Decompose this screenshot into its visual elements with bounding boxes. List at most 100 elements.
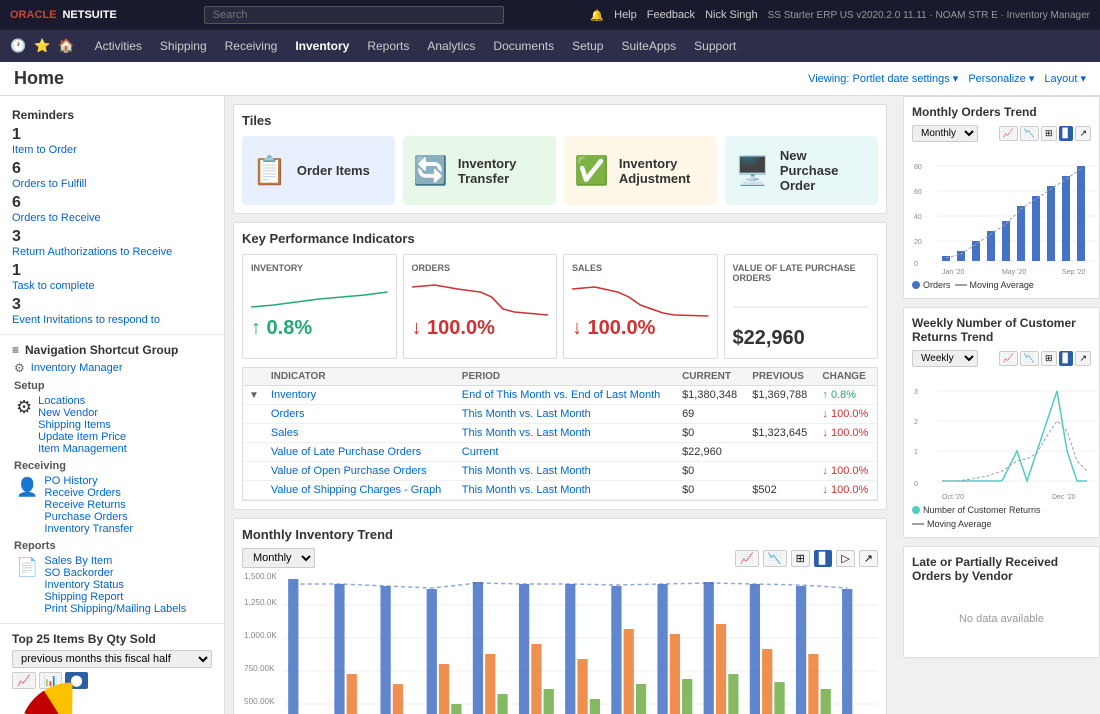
kpi-link-open-po[interactable]: Value of Open Purchase Orders	[271, 465, 427, 477]
svg-text:Sep '20: Sep '20	[1062, 269, 1086, 276]
nav-setup[interactable]: Setup	[564, 35, 611, 57]
kpi-link-shipping[interactable]: Value of Shipping Charges - Graph	[271, 484, 441, 496]
setup-header: Setup	[0, 377, 224, 393]
nav-link-inv-status[interactable]: Inventory Status	[44, 579, 186, 591]
inventory-manager-link[interactable]: Inventory Manager	[31, 362, 123, 374]
chart-area-btn[interactable]: 📉	[763, 550, 787, 567]
tile-inventory-adjustment[interactable]: ✅ Inventory Adjustment	[564, 136, 717, 205]
personalize-button[interactable]: Personalize ▾	[968, 72, 1034, 85]
kpi-period-orders[interactable]: This Month vs. Last Month	[462, 408, 591, 420]
mo-area-btn[interactable]: 📉	[1020, 126, 1039, 141]
wr-export-btn[interactable]: ↗	[1075, 351, 1091, 366]
home-recent-icon[interactable]: 🕐	[10, 38, 26, 54]
feedback-link[interactable]: Feedback	[647, 9, 695, 21]
tile-inventory-transfer[interactable]: 🔄 Inventory Transfer	[403, 136, 556, 205]
kpi-section: Key Performance Indicators INVENTORY ↑ 0…	[233, 222, 887, 510]
mo-bar-btn[interactable]: ▊	[1059, 126, 1074, 141]
reminder-link-receive[interactable]: Orders to Receive	[12, 212, 212, 224]
nav-documents[interactable]: Documents	[485, 35, 562, 57]
reminder-link-event[interactable]: Event Invitations to respond to	[12, 314, 212, 326]
search-input[interactable]	[204, 6, 504, 24]
layout-button[interactable]: Layout ▾	[1044, 72, 1086, 85]
user-name[interactable]: Nick Singh	[705, 9, 758, 21]
nav-link-receive-orders[interactable]: Receive Orders	[44, 487, 133, 499]
reminder-link-return[interactable]: Return Authorizations to Receive	[12, 246, 212, 258]
kpi-period-late-po[interactable]: Current	[462, 446, 499, 458]
kpi-col-change: CHANGE	[816, 368, 877, 386]
nav-link-inv-transfer[interactable]: Inventory Transfer	[44, 523, 133, 535]
wr-bar-btn[interactable]: ▊	[1059, 351, 1074, 366]
kpi-link-orders[interactable]: Orders	[271, 408, 305, 420]
nav-link-po-history[interactable]: PO History	[44, 475, 133, 487]
top25-line-btn[interactable]: 📈	[12, 672, 36, 689]
chart-icon-buttons: 📈 📉 ⊞ ▊ ▷ ↗	[735, 550, 878, 567]
wr-line-btn[interactable]: 📈	[999, 351, 1018, 366]
nav-link-so-backorder[interactable]: SO Backorder	[44, 567, 186, 579]
chart-export-btn[interactable]: ↗	[859, 550, 878, 567]
kpi-chart-orders	[412, 277, 549, 317]
mo-table-btn[interactable]: ⊞	[1041, 126, 1057, 141]
nav-link-shipping-items[interactable]: Shipping Items	[38, 419, 127, 431]
notifications-icon[interactable]: 🔔	[590, 9, 604, 22]
nav-shipping[interactable]: Shipping	[152, 35, 215, 57]
monthly-orders-dropdown[interactable]: Monthly Weekly	[912, 125, 978, 142]
weekly-returns-dropdown[interactable]: Weekly Monthly	[912, 350, 978, 367]
svg-text:0: 0	[914, 261, 918, 268]
tiles-title: Tiles	[242, 113, 878, 128]
help-link[interactable]: Help	[614, 9, 637, 21]
nav-link-shipping-report[interactable]: Shipping Report	[44, 591, 186, 603]
kpi-period-shipping[interactable]: This Month vs. Last Month	[462, 484, 591, 496]
nav-receiving[interactable]: Receiving	[217, 35, 286, 57]
viewing-portlet-button[interactable]: Viewing: Portlet date settings ▾	[808, 72, 958, 85]
nav-link-shipping-labels[interactable]: Print Shipping/Mailing Labels	[44, 603, 186, 615]
reminder-link-order[interactable]: Item to Order	[12, 144, 212, 156]
kpi-link-late-po[interactable]: Value of Late Purchase Orders	[271, 446, 421, 458]
table-row: Value of Open Purchase Orders This Month…	[243, 462, 877, 481]
top25-chart-icons: 📈 📊 ⬤	[0, 670, 224, 691]
favorites-icon[interactable]: ⭐	[34, 38, 50, 54]
monthly-period-dropdown[interactable]: Monthly Weekly Daily	[242, 548, 315, 568]
kpi-period-sales[interactable]: This Month vs. Last Month	[462, 427, 591, 439]
top25-controls: previous months this fiscal half this mo…	[0, 648, 224, 670]
nav-inventory[interactable]: Inventory	[287, 35, 357, 57]
nav-link-sales-item[interactable]: Sales By Item	[44, 555, 186, 567]
tile-new-purchase-order[interactable]: 🖥️ New Purchase Order	[725, 136, 878, 205]
nav-support[interactable]: Support	[686, 35, 744, 57]
kpi-value-orders: ↓ 100.0%	[412, 317, 549, 340]
home-icon[interactable]: 🏠	[58, 38, 74, 54]
nav-link-purchase-orders[interactable]: Purchase Orders	[44, 511, 133, 523]
reminder-link-fulfill[interactable]: Orders to Fulfill	[12, 178, 212, 190]
nav-link-item-mgmt[interactable]: Item Management	[38, 443, 127, 455]
nav-analytics[interactable]: Analytics	[419, 35, 483, 57]
nav-group-title: Navigation Shortcut Group	[25, 343, 178, 357]
nav-link-locations[interactable]: Locations	[38, 395, 127, 407]
kpi-table-container: INDICATOR PERIOD CURRENT PREVIOUS CHANGE…	[242, 367, 878, 501]
nav-link-receive-returns[interactable]: Receive Returns	[44, 499, 133, 511]
kpi-link-sales[interactable]: Sales	[271, 427, 299, 439]
tile-order-items[interactable]: 📋 Order Items	[242, 136, 395, 205]
mo-line-btn[interactable]: 📈	[999, 126, 1018, 141]
chart-table-btn[interactable]: ⊞	[791, 550, 810, 567]
kpi-chart-late-po	[733, 287, 870, 327]
mo-export-btn[interactable]: ↗	[1075, 126, 1091, 141]
kpi-period-inventory[interactable]: End of This Month vs. End of Last Month	[462, 389, 661, 401]
nav-activities[interactable]: Activities	[87, 35, 150, 57]
chart-bar-btn[interactable]: ▊	[814, 550, 832, 567]
wr-area-btn[interactable]: 📉	[1020, 351, 1039, 366]
svg-text:1,500.0K: 1,500.0K	[244, 572, 277, 581]
nav-link-vendor[interactable]: New Vendor	[38, 407, 127, 419]
table-row: Value of Late Purchase Orders Current $2…	[243, 443, 877, 462]
top-nav: ORACLE NETSUITE 🔔 Help Feedback Nick Sin…	[0, 0, 1100, 30]
kpi-table: INDICATOR PERIOD CURRENT PREVIOUS CHANGE…	[243, 368, 877, 500]
wr-table-btn[interactable]: ⊞	[1041, 351, 1057, 366]
nav-link-item-price[interactable]: Update Item Price	[38, 431, 127, 443]
svg-text:80: 80	[914, 164, 922, 171]
chart-line-btn[interactable]: 📈	[735, 550, 759, 567]
top25-dropdown[interactable]: previous months this fiscal half this mo…	[12, 650, 212, 668]
nav-reports[interactable]: Reports	[359, 35, 417, 57]
nav-suiteapps[interactable]: SuiteApps	[613, 35, 684, 57]
kpi-link-inventory[interactable]: Inventory	[271, 389, 316, 401]
kpi-period-open-po[interactable]: This Month vs. Last Month	[462, 465, 591, 477]
chart-more-btn[interactable]: ▷	[836, 550, 854, 567]
reminder-link-task[interactable]: Task to complete	[12, 280, 212, 292]
